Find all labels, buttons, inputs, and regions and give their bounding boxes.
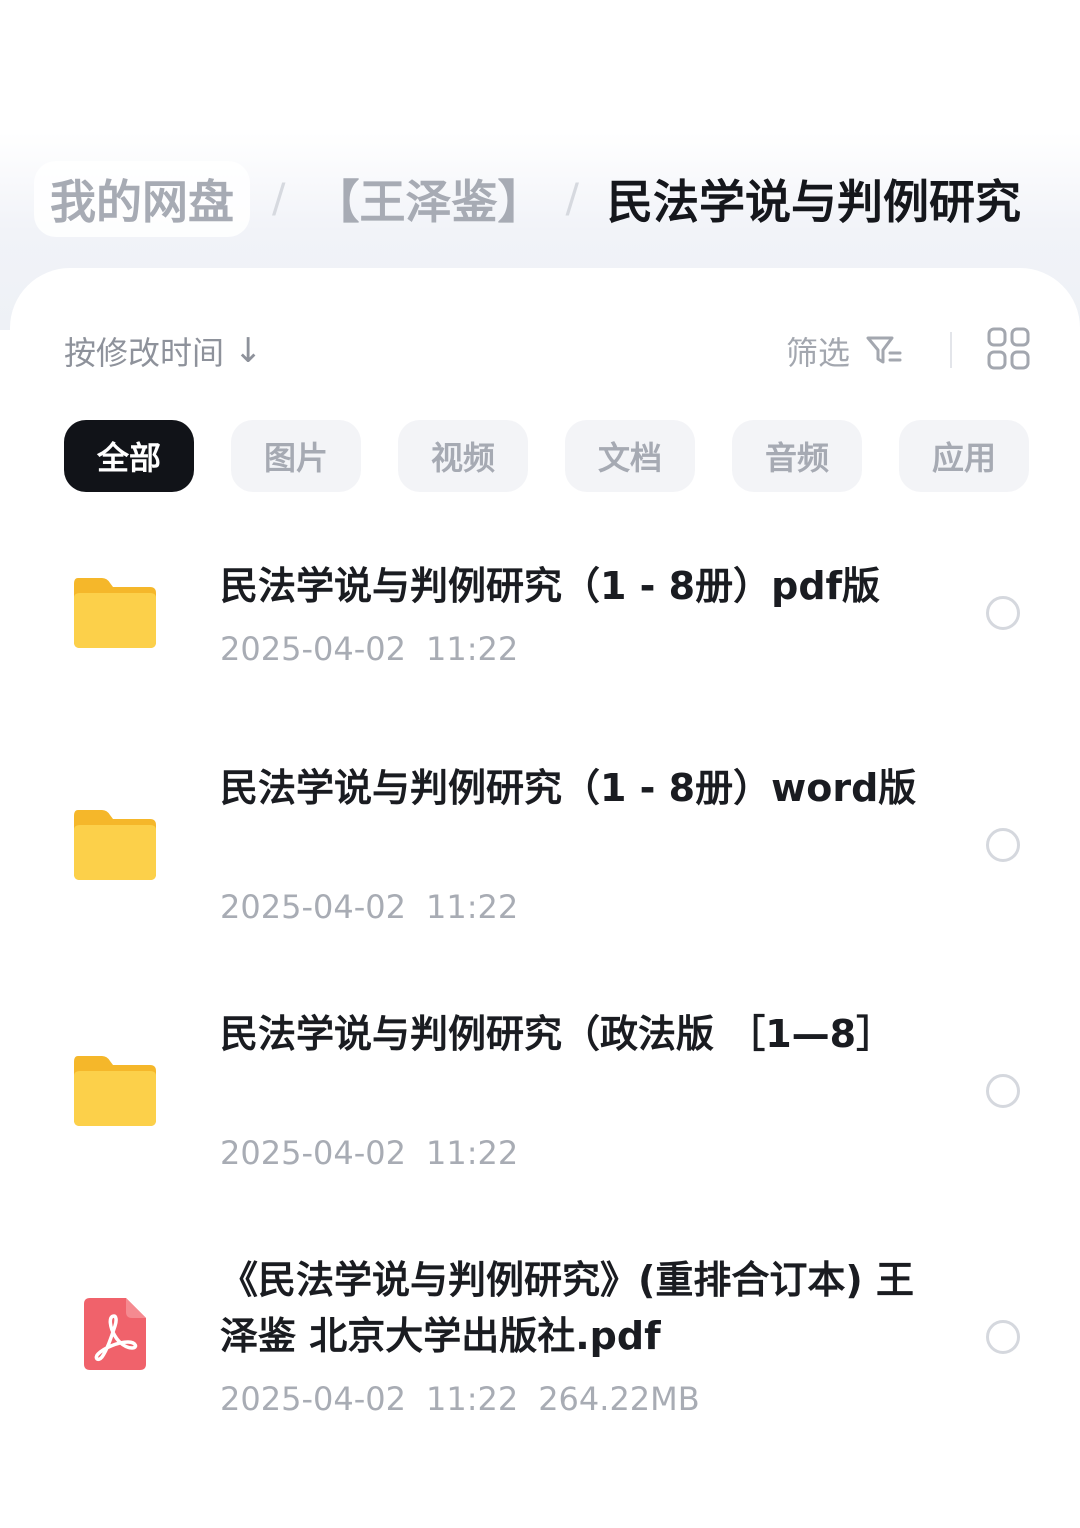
file-meta: 2025-04-02 11:22 (220, 1134, 518, 1172)
tab-label: 视频 (430, 439, 495, 477)
file-meta: 2025-04-02 11:22 264.22MB (220, 1380, 700, 1418)
file-time: 11:22 (425, 1134, 519, 1172)
folder-icon (74, 578, 156, 648)
breadcrumb-home-label: 我的网盘 (50, 175, 234, 229)
tab-label: 应用 (931, 439, 996, 477)
file-browser-page: 我的网盘 / 【王泽鉴】 / 民法学说与判例研究 按修改时间 ↓ 筛选 全部 图… (0, 0, 1080, 1528)
list-toolbar: 按修改时间 ↓ 筛选 (64, 322, 1034, 378)
toolbar-divider (950, 332, 952, 368)
breadcrumb-current: 民法学说与判例研究 (606, 175, 1021, 229)
file-row[interactable]: 民法学说与判例研究（1 - 8册）word版 2025-04-02 11:22 (0, 760, 1080, 970)
file-date: 2025-04-02 (220, 1380, 406, 1418)
sort-arrow-icon: ↓ (234, 331, 263, 371)
file-name: 民法学说与判例研究（1 - 8册）word版 (220, 766, 917, 810)
file-date: 2025-04-02 (220, 630, 406, 668)
file-row[interactable]: 《民法学说与判例研究》(重排合订本) 王泽鉴 北京大学出版社.pdf 2025-… (0, 1252, 1080, 1462)
sort-button[interactable]: 按修改时间 ↓ (64, 328, 263, 374)
tab-label: 文档 (597, 439, 662, 477)
tab-documents[interactable]: 文档 (565, 420, 695, 492)
sort-label: 按修改时间 (64, 334, 225, 372)
tab-apps[interactable]: 应用 (899, 420, 1029, 492)
select-radio[interactable] (986, 1074, 1020, 1108)
category-tabs: 全部 图片 视频 文档 音频 应用 (64, 420, 1080, 492)
folder-icon (74, 1056, 156, 1126)
folder-icon (74, 810, 156, 880)
tab-label: 音频 (764, 439, 829, 477)
breadcrumb-separator: / (272, 176, 286, 222)
file-time: 11:22 (425, 630, 519, 668)
tab-images[interactable]: 图片 (231, 420, 361, 492)
file-date: 2025-04-02 (220, 888, 406, 926)
filter-button[interactable]: 筛选 (786, 328, 904, 374)
grid-view-icon[interactable] (986, 326, 1032, 372)
tab-label: 图片 (263, 439, 328, 477)
filter-label: 筛选 (786, 334, 851, 372)
tab-all[interactable]: 全部 (64, 420, 194, 492)
file-time: 11:22 (425, 1380, 519, 1418)
file-row[interactable]: 民法学说与判例研究（1 - 8册）pdf版 2025-04-02 11:22 (0, 540, 1080, 700)
tab-videos[interactable]: 视频 (398, 420, 528, 492)
file-name: 民法学说与判例研究（政法版 ［1—8］ (220, 1012, 895, 1056)
pdf-file-icon (84, 1298, 146, 1370)
tab-label: 全部 (96, 439, 161, 477)
file-meta: 2025-04-02 11:22 (220, 888, 518, 926)
file-size: 264.22MB (538, 1380, 700, 1418)
breadcrumb-home[interactable]: 我的网盘 (34, 161, 250, 237)
breadcrumb-parent[interactable]: 【王泽鉴】 (313, 166, 543, 232)
file-date: 2025-04-02 (220, 1134, 406, 1172)
file-row[interactable]: 民法学说与判例研究（政法版 ［1—8］ 2025-04-02 11:22 (0, 1006, 1080, 1216)
filter-icon (866, 336, 902, 364)
tab-audio[interactable]: 音频 (732, 420, 862, 492)
breadcrumb: 我的网盘 / 【王泽鉴】 / 民法学说与判例研究 (34, 160, 1054, 238)
select-radio[interactable] (986, 596, 1020, 630)
file-name: 民法学说与判例研究（1 - 8册）pdf版 (220, 564, 881, 608)
select-radio[interactable] (986, 1320, 1020, 1354)
file-name: 《民法学说与判例研究》(重排合订本) 王泽鉴 北京大学出版社.pdf (220, 1258, 914, 1358)
select-radio[interactable] (986, 828, 1020, 862)
file-meta: 2025-04-02 11:22 (220, 630, 518, 668)
file-time: 11:22 (425, 888, 519, 926)
breadcrumb-separator: / (565, 176, 579, 222)
